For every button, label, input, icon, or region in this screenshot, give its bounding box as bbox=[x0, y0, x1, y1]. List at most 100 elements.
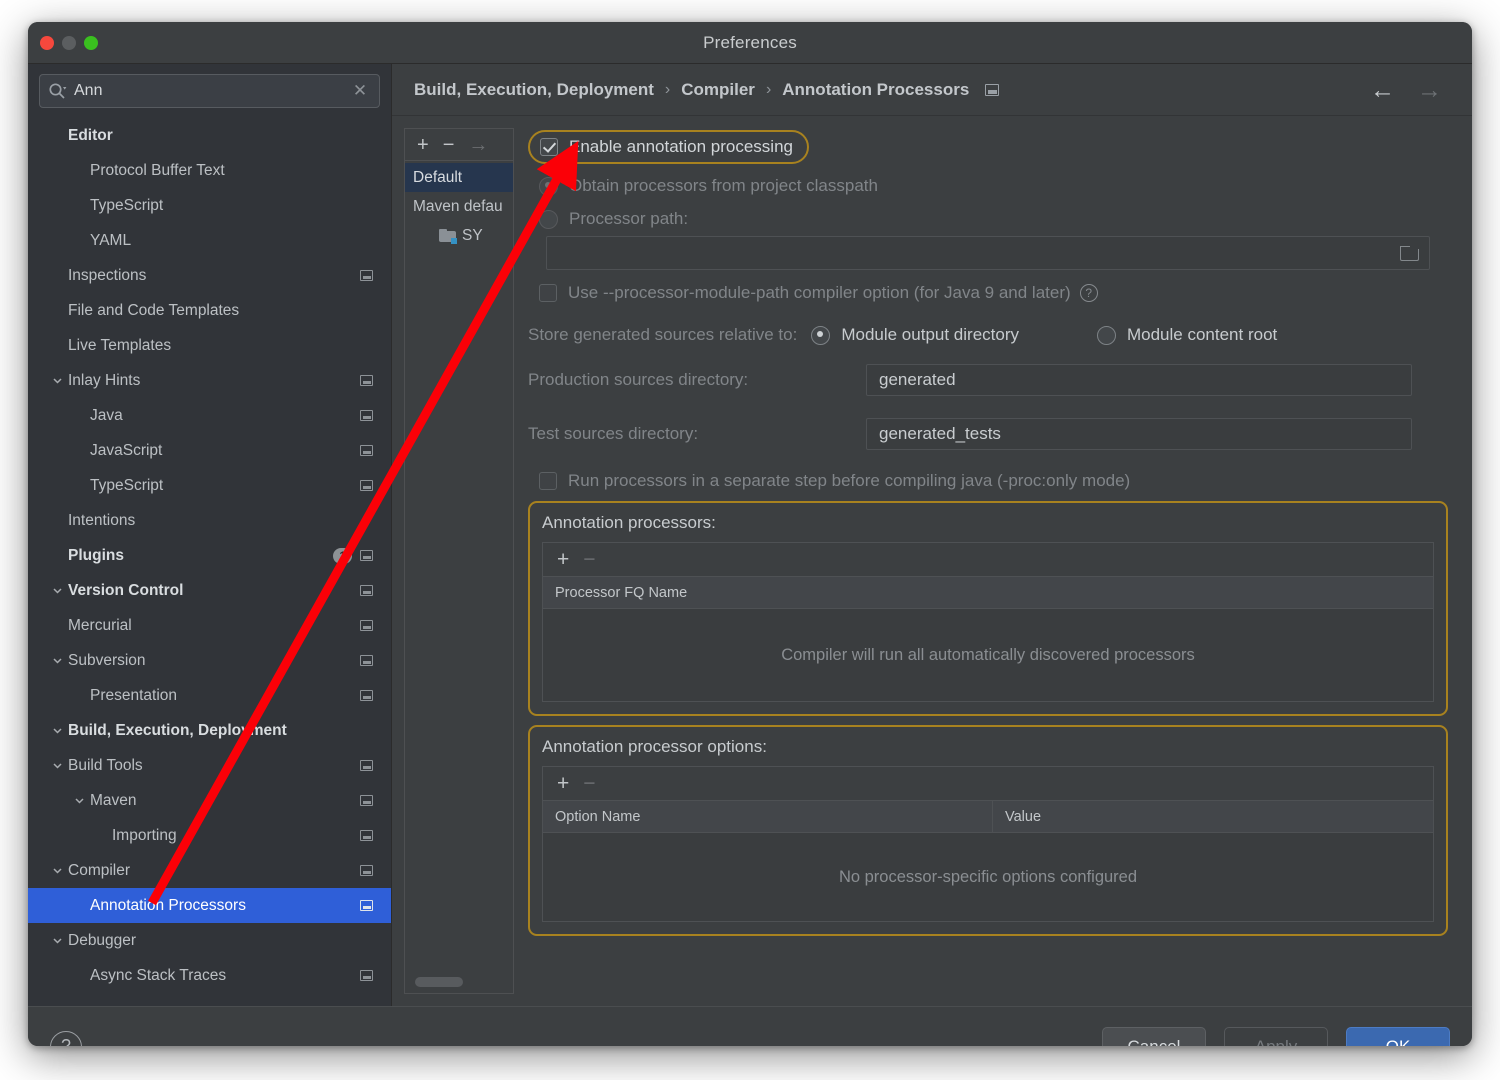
profile-item-default[interactable]: Default bbox=[405, 163, 513, 192]
settings-config-icon[interactable] bbox=[360, 620, 373, 631]
help-button[interactable]: ? bbox=[50, 1030, 82, 1046]
settings-config-icon[interactable] bbox=[360, 760, 373, 771]
use-processor-module-path-label: Use --processor-module-path compiler opt… bbox=[568, 283, 1071, 302]
processor-path-row[interactable]: Processor path: bbox=[539, 209, 1448, 229]
settings-config-icon[interactable] bbox=[360, 865, 373, 876]
module-content-root-radio[interactable] bbox=[1096, 325, 1116, 345]
breadcrumb-part-2[interactable]: Annotation Processors bbox=[782, 80, 969, 100]
test-sources-input[interactable]: generated_tests bbox=[866, 418, 1412, 450]
settings-config-icon[interactable] bbox=[985, 83, 1000, 96]
settings-config-icon[interactable] bbox=[360, 690, 373, 701]
processor-path-radio[interactable] bbox=[539, 209, 558, 229]
chevron-down-icon[interactable] bbox=[50, 864, 64, 878]
sidebar-item-typescript[interactable]: TypeScript bbox=[28, 468, 391, 503]
browse-folder-icon[interactable] bbox=[1400, 245, 1419, 261]
sidebar-item-version-control[interactable]: Version Control bbox=[28, 573, 391, 608]
sidebar-item-mercurial[interactable]: Mercurial bbox=[28, 608, 391, 643]
obtain-from-classpath-radio[interactable] bbox=[539, 176, 558, 196]
breadcrumb-separator-1: › bbox=[765, 80, 772, 98]
sidebar-item-intentions[interactable]: Intentions bbox=[28, 503, 391, 538]
sidebar-item-file-and-code-templates[interactable]: File and Code Templates bbox=[28, 293, 391, 328]
settings-config-icon[interactable] bbox=[360, 585, 373, 596]
sidebar-item-subversion[interactable]: Subversion bbox=[28, 643, 391, 678]
breadcrumb-part-0[interactable]: Build, Execution, Deployment bbox=[414, 80, 654, 100]
chevron-down-icon[interactable] bbox=[50, 759, 64, 773]
sidebar-item-presentation[interactable]: Presentation bbox=[28, 678, 391, 713]
search-input[interactable] bbox=[68, 82, 347, 100]
annotation-processors-group: Annotation processors: + − Processor FQ … bbox=[528, 501, 1448, 716]
remove-profile-button[interactable]: − bbox=[443, 135, 455, 155]
settings-config-icon[interactable] bbox=[360, 900, 373, 911]
add-processor-button[interactable]: + bbox=[557, 549, 569, 570]
sidebar-item-javascript[interactable]: JavaScript bbox=[28, 433, 391, 468]
add-option-button[interactable]: + bbox=[557, 773, 569, 794]
settings-config-icon[interactable] bbox=[360, 655, 373, 666]
settings-config-icon[interactable] bbox=[360, 270, 373, 281]
settings-config-icon[interactable] bbox=[360, 480, 373, 491]
profile-item-sy[interactable]: SY bbox=[405, 221, 513, 250]
sidebar-item-async-stack-traces[interactable]: Async Stack Traces bbox=[28, 958, 391, 993]
settings-config-icon[interactable] bbox=[360, 375, 373, 386]
sidebar-item-compiler[interactable]: Compiler bbox=[28, 853, 391, 888]
window-titlebar: Preferences bbox=[28, 22, 1472, 64]
processor-path-input[interactable] bbox=[546, 236, 1430, 270]
enable-annotation-processing-label: Enable annotation processing bbox=[569, 137, 793, 156]
chevron-down-icon[interactable] bbox=[50, 934, 64, 948]
annotation-processors-empty: Compiler will run all automatically disc… bbox=[543, 609, 1433, 701]
enable-annotation-processing-highlight[interactable]: Enable annotation processing bbox=[528, 130, 809, 164]
profile-item-maven-defau[interactable]: Maven defau bbox=[405, 192, 513, 221]
cancel-button[interactable]: Cancel bbox=[1102, 1026, 1206, 1046]
sidebar-item-label: Live Templates bbox=[68, 336, 172, 354]
enable-annotation-processing-checkbox[interactable] bbox=[540, 138, 558, 156]
sidebar-item-plugins[interactable]: Plugins 1 bbox=[28, 538, 391, 573]
sidebar-item-label: Plugins bbox=[68, 546, 124, 564]
sidebar-item-inlay-hints[interactable]: Inlay Hints bbox=[28, 363, 391, 398]
sidebar-item-label: Editor bbox=[68, 126, 113, 144]
search-container: ✕ bbox=[28, 64, 391, 114]
add-profile-button[interactable]: + bbox=[417, 135, 429, 155]
sidebar-item-importing[interactable]: Importing bbox=[28, 818, 391, 853]
breadcrumb-part-1[interactable]: Compiler bbox=[681, 80, 755, 100]
settings-config-icon[interactable] bbox=[360, 410, 373, 421]
back-arrow-icon[interactable]: ← bbox=[1370, 77, 1395, 103]
sidebar-item-live-templates[interactable]: Live Templates bbox=[28, 328, 391, 363]
obtain-from-classpath-row[interactable]: Obtain processors from project classpath bbox=[539, 176, 1448, 196]
profiles-horizontal-scrollbar[interactable] bbox=[415, 977, 463, 987]
search-box[interactable]: ✕ bbox=[39, 74, 380, 108]
profile-item-label: SY bbox=[462, 226, 483, 244]
settings-config-icon[interactable] bbox=[360, 445, 373, 456]
chevron-down-icon[interactable] bbox=[72, 794, 86, 808]
sidebar-item-label: Intentions bbox=[68, 511, 136, 529]
help-icon[interactable]: ? bbox=[1079, 284, 1098, 302]
sidebar-item-editor[interactable]: Editor bbox=[28, 118, 391, 153]
sidebar-item-badge: 1 bbox=[333, 547, 352, 564]
sidebar-item-label: Inspections bbox=[68, 266, 147, 284]
search-icon bbox=[48, 81, 68, 101]
sidebar-item-build-execution-deployment[interactable]: Build, Execution, Deployment bbox=[28, 713, 391, 748]
production-sources-input[interactable]: generated bbox=[866, 364, 1412, 396]
window-body: ✕ Editor Protocol Buffer Text TypeScript YA… bbox=[28, 64, 1472, 1006]
sidebar-item-annotation-processors[interactable]: Annotation Processors bbox=[28, 888, 391, 923]
sidebar-item-build-tools[interactable]: Build Tools bbox=[28, 748, 391, 783]
sidebar-item-maven[interactable]: Maven bbox=[28, 783, 391, 818]
ok-button[interactable]: OK bbox=[1346, 1026, 1450, 1046]
profiles-panel: + − → Default Maven defau SY bbox=[404, 128, 514, 994]
settings-config-icon[interactable] bbox=[360, 830, 373, 841]
settings-config-icon[interactable] bbox=[360, 795, 373, 806]
sidebar-item-protocol-buffer-text[interactable]: Protocol Buffer Text bbox=[28, 153, 391, 188]
sidebar-item-yaml[interactable]: YAML bbox=[28, 223, 391, 258]
settings-config-icon[interactable] bbox=[360, 550, 373, 561]
chevron-down-icon[interactable] bbox=[50, 584, 64, 598]
sidebar-item-inspections[interactable]: Inspections bbox=[28, 258, 391, 293]
chevron-down-icon[interactable] bbox=[50, 654, 64, 668]
settings-config-icon[interactable] bbox=[360, 970, 373, 981]
processor-path-label: Processor path: bbox=[569, 209, 689, 228]
chevron-down-icon[interactable] bbox=[50, 724, 64, 738]
chevron-down-icon[interactable] bbox=[50, 374, 64, 388]
module-output-directory-radio[interactable] bbox=[811, 325, 831, 345]
sidebar-item-typescript[interactable]: TypeScript bbox=[28, 188, 391, 223]
sidebar-item-debugger[interactable]: Debugger bbox=[28, 923, 391, 958]
sidebar-item-java[interactable]: Java bbox=[28, 398, 391, 433]
clear-search-icon[interactable]: ✕ bbox=[347, 78, 373, 104]
window-title: Preferences bbox=[703, 33, 797, 52]
